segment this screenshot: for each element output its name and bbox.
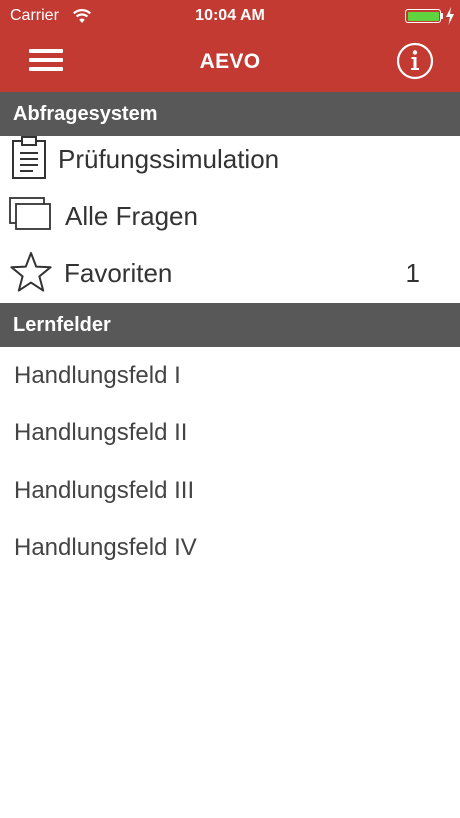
list-item-label: Handlungsfeld I [14, 362, 181, 389]
cards-icon [9, 197, 51, 230]
status-time: 10:04 AM [195, 7, 265, 24]
list-item-label: Handlungsfeld IV [14, 534, 197, 561]
list-item-label: Prüfungssimulation [58, 144, 280, 174]
page-title: AEVO [199, 50, 261, 73]
list-item-label: Favoriten [64, 258, 173, 288]
list-item-favoriten[interactable]: Favoriten 1 [0, 244, 460, 301]
list-item-handlungsfeld-3[interactable]: Handlungsfeld III [0, 462, 460, 519]
nav-bar: AEVO [0, 32, 460, 92]
list-item-label: Handlungsfeld II [14, 419, 188, 446]
list-item-label: Alle Fragen [65, 201, 198, 231]
list-item-handlungsfeld-1[interactable]: Handlungsfeld I [0, 347, 460, 404]
list-item-label: Handlungsfeld III [14, 477, 195, 504]
favorites-count: 1 [405, 258, 420, 288]
battery-nub [441, 13, 443, 19]
battery-icon [405, 9, 441, 23]
star-icon [10, 252, 52, 292]
section-header-lernfelder: Lernfelder [0, 303, 460, 347]
list-item-alle-fragen[interactable]: Alle Fragen [0, 187, 460, 244]
status-bar: Carrier 10:04 AM [0, 0, 460, 32]
app-header: Carrier 10:04 AM AEVO [0, 0, 460, 92]
list-item-pruefungssimulation[interactable]: Prüfungssimulation [0, 130, 460, 187]
info-icon[interactable] [396, 42, 434, 80]
list-item-handlungsfeld-2[interactable]: Handlungsfeld II [0, 404, 460, 461]
clipboard-icon [12, 136, 46, 179]
list-item-handlungsfeld-4[interactable]: Handlungsfeld IV [0, 519, 460, 576]
charging-bolt-icon [446, 7, 454, 25]
